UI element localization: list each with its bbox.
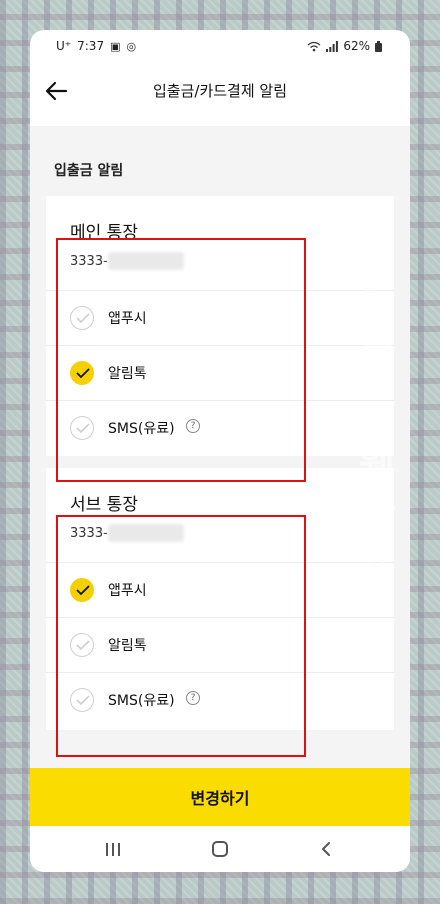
- account-card-main: 메인 통장 3333- 앱푸시 알림톡 SMS(유료) ?: [46, 196, 394, 456]
- status-bar: U⁺ 7:37 ▣ ◎ 62%: [30, 30, 410, 64]
- battery-icon: [375, 40, 382, 52]
- watermark-text: 엉클샘의웹자료실: [358, 269, 396, 623]
- account-name: 메인 통장: [70, 223, 138, 243]
- help-icon[interactable]: ?: [186, 419, 200, 433]
- back-nav-button[interactable]: [306, 836, 346, 862]
- option-label: SMS(유료): [108, 693, 175, 709]
- masked-account-number: [108, 252, 184, 270]
- gallery-icon: ▣: [110, 39, 121, 53]
- recent-apps-icon: [106, 843, 120, 856]
- option-alimtalk[interactable]: 알림톡: [46, 617, 394, 672]
- signal-icon: [326, 40, 339, 52]
- account-number: 3333-: [70, 254, 108, 269]
- system-nav-bar: [30, 826, 410, 872]
- check-icon[interactable]: [70, 688, 94, 712]
- option-label: 앱푸시: [108, 583, 147, 599]
- check-icon[interactable]: [70, 633, 94, 657]
- check-icon[interactable]: [70, 306, 94, 330]
- recent-apps-button[interactable]: [93, 836, 133, 862]
- wifi-icon: [307, 41, 321, 51]
- app-bar: 입출금/카드결제 알림: [30, 64, 410, 120]
- home-button[interactable]: [200, 836, 240, 862]
- check-icon[interactable]: [70, 361, 94, 385]
- battery-level: 62%: [343, 39, 370, 53]
- carrier-label: U⁺: [56, 39, 72, 53]
- option-app-push[interactable]: 앱푸시: [46, 290, 394, 345]
- check-icon[interactable]: [70, 578, 94, 602]
- section-title: 입출금 알림: [54, 163, 124, 179]
- option-sms[interactable]: SMS(유료) ?: [46, 672, 394, 727]
- option-app-push[interactable]: 앱푸시: [46, 562, 394, 617]
- option-label: 앱푸시: [108, 311, 147, 327]
- account-number: 3333-: [70, 526, 108, 541]
- option-label: SMS(유료): [108, 421, 175, 437]
- option-label: 알림톡: [108, 638, 147, 654]
- clock: 7:37: [77, 39, 105, 53]
- home-icon: [212, 841, 228, 857]
- masked-account-number: [108, 524, 184, 542]
- option-alimtalk[interactable]: 알림톡: [46, 345, 394, 400]
- instagram-icon: ◎: [126, 39, 137, 53]
- option-sms[interactable]: SMS(유료) ?: [46, 400, 394, 455]
- change-button[interactable]: 변경하기: [30, 768, 410, 826]
- help-icon[interactable]: ?: [186, 691, 200, 705]
- account-card-sub: 서브 통장 3333- 앱푸시 알림톡 SMS(유료) ?: [46, 468, 394, 730]
- page-title: 입출금/카드결제 알림: [152, 82, 288, 100]
- check-icon[interactable]: [70, 416, 94, 440]
- chevron-left-icon: [322, 842, 330, 856]
- account-name: 서브 통장: [70, 495, 138, 515]
- option-label: 알림톡: [108, 366, 147, 382]
